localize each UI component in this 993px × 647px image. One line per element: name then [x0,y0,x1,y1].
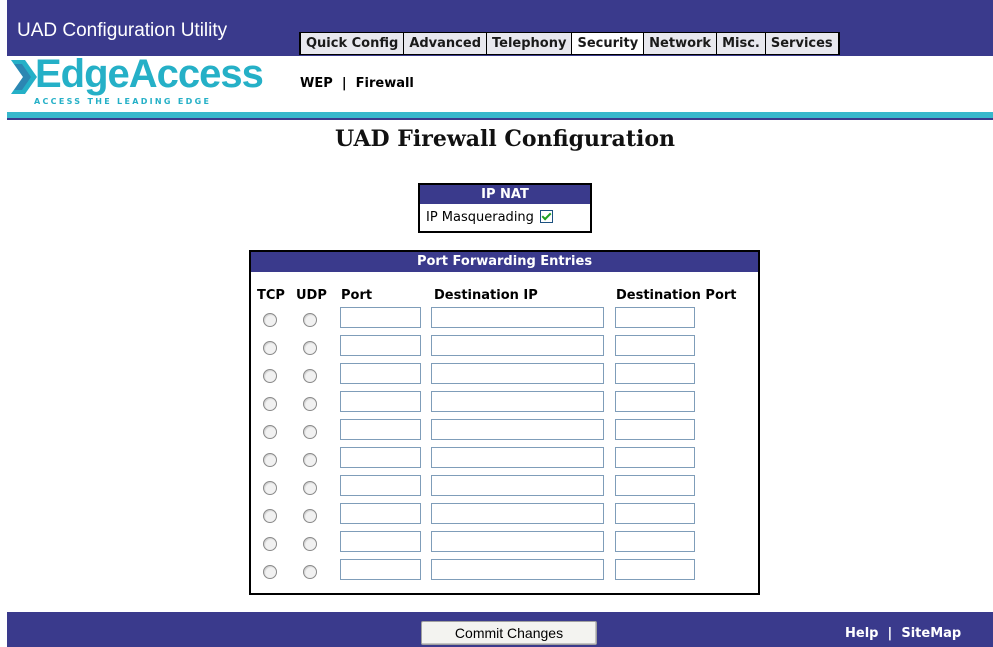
commit-changes-button[interactable]: Commit Changes [421,621,597,645]
tcp-radio[interactable] [263,509,277,523]
content-top-border [7,118,993,120]
window-left-edge [0,0,7,647]
column-header-destination-ip: Destination IP [434,288,538,303]
udp-radio[interactable] [303,537,317,551]
destination-ip-input[interactable] [431,475,604,496]
port-input[interactable] [340,307,421,328]
port-input[interactable] [340,335,421,356]
port-input[interactable] [340,475,421,496]
destination-port-input[interactable] [615,503,695,524]
ip-masquerading-label: IP Masquerading [426,210,534,225]
main-tabs: Quick Config Advanced Telephony Security… [299,32,840,55]
port-input[interactable] [340,391,421,412]
destination-ip-input[interactable] [431,559,604,580]
security-subnav: WEP | Firewall [300,76,414,91]
tab-network[interactable]: Network [644,33,717,54]
subnav-firewall-link[interactable]: Firewall [356,76,414,91]
port-input[interactable] [340,531,421,552]
ip-nat-panel: IP NAT IP Masquerading [418,183,592,233]
port-input[interactable] [340,363,421,384]
subnav-wep-link[interactable]: WEP [300,76,333,91]
tcp-radio[interactable] [263,425,277,439]
destination-port-input[interactable] [615,475,695,496]
tab-advanced[interactable]: Advanced [404,33,487,54]
footer-links: Help | SiteMap [845,626,961,641]
destination-ip-input[interactable] [431,335,604,356]
ip-masquerading-checkbox[interactable] [539,210,553,223]
table-row [251,445,758,473]
tab-misc[interactable]: Misc. [717,33,765,54]
help-link[interactable]: Help [845,626,878,641]
logo-tagline: ACCESS THE LEADING EDGE [34,97,212,106]
udp-radio[interactable] [303,453,317,467]
udp-radio[interactable] [303,509,317,523]
table-row [251,361,758,389]
destination-ip-input[interactable] [431,419,604,440]
table-row [251,333,758,361]
destination-ip-input[interactable] [431,447,604,468]
footer-separator: | [887,626,893,641]
tcp-radio[interactable] [263,537,277,551]
port-input[interactable] [340,503,421,524]
port-forwarding-panel: Port Forwarding Entries TCP UDP Port Des… [249,250,760,595]
tab-telephony[interactable]: Telephony [487,33,572,54]
udp-radio[interactable] [303,425,317,439]
tcp-radio[interactable] [263,313,277,327]
table-row [251,305,758,333]
table-row [251,557,758,585]
sitemap-link[interactable]: SiteMap [901,626,961,641]
udp-radio[interactable] [303,313,317,327]
udp-radio[interactable] [303,565,317,579]
logo-wordmark: EdgeAccess [35,52,264,96]
app-title: UAD Configuration Utility [17,20,228,41]
tab-services[interactable]: Services [765,33,838,54]
tcp-radio[interactable] [263,453,277,467]
port-input[interactable] [340,447,421,468]
column-header-destination-port: Destination Port [616,288,737,303]
table-row [251,501,758,529]
column-header-port: Port [341,288,373,303]
destination-port-input[interactable] [615,447,695,468]
ip-masquerading-row: IP Masquerading [426,210,553,225]
table-row [251,529,758,557]
destination-ip-input[interactable] [431,307,604,328]
udp-radio[interactable] [303,397,317,411]
destination-ip-input[interactable] [431,531,604,552]
destination-ip-input[interactable] [431,363,604,384]
destination-port-input[interactable] [615,531,695,552]
table-row [251,473,758,501]
destination-port-input[interactable] [615,559,695,580]
port-input[interactable] [340,419,421,440]
page-title: UAD Firewall Configuration [334,126,676,152]
port-input[interactable] [340,559,421,580]
destination-port-input[interactable] [615,307,695,328]
port-forwarding-header: Port Forwarding Entries [251,252,758,272]
subnav-separator: | [341,76,347,91]
tab-quick-config[interactable]: Quick Config [301,33,404,54]
udp-radio[interactable] [303,341,317,355]
column-header-udp: UDP [296,288,327,303]
tcp-radio[interactable] [263,565,277,579]
destination-port-input[interactable] [615,391,695,412]
destination-port-input[interactable] [615,419,695,440]
destination-ip-input[interactable] [431,391,604,412]
table-row [251,417,758,445]
sub-header: EdgeAccess ACCESS THE LEADING EDGE WEP |… [7,52,993,112]
destination-port-input[interactable] [615,335,695,356]
tcp-radio[interactable] [263,481,277,495]
destination-port-input[interactable] [615,363,695,384]
tab-security[interactable]: Security [572,33,644,54]
tcp-radio[interactable] [263,369,277,383]
table-row [251,389,758,417]
ip-nat-header: IP NAT [420,185,590,204]
destination-ip-input[interactable] [431,503,604,524]
column-header-tcp: TCP [257,288,285,303]
udp-radio[interactable] [303,369,317,383]
tcp-radio[interactable] [263,341,277,355]
udp-radio[interactable] [303,481,317,495]
tcp-radio[interactable] [263,397,277,411]
